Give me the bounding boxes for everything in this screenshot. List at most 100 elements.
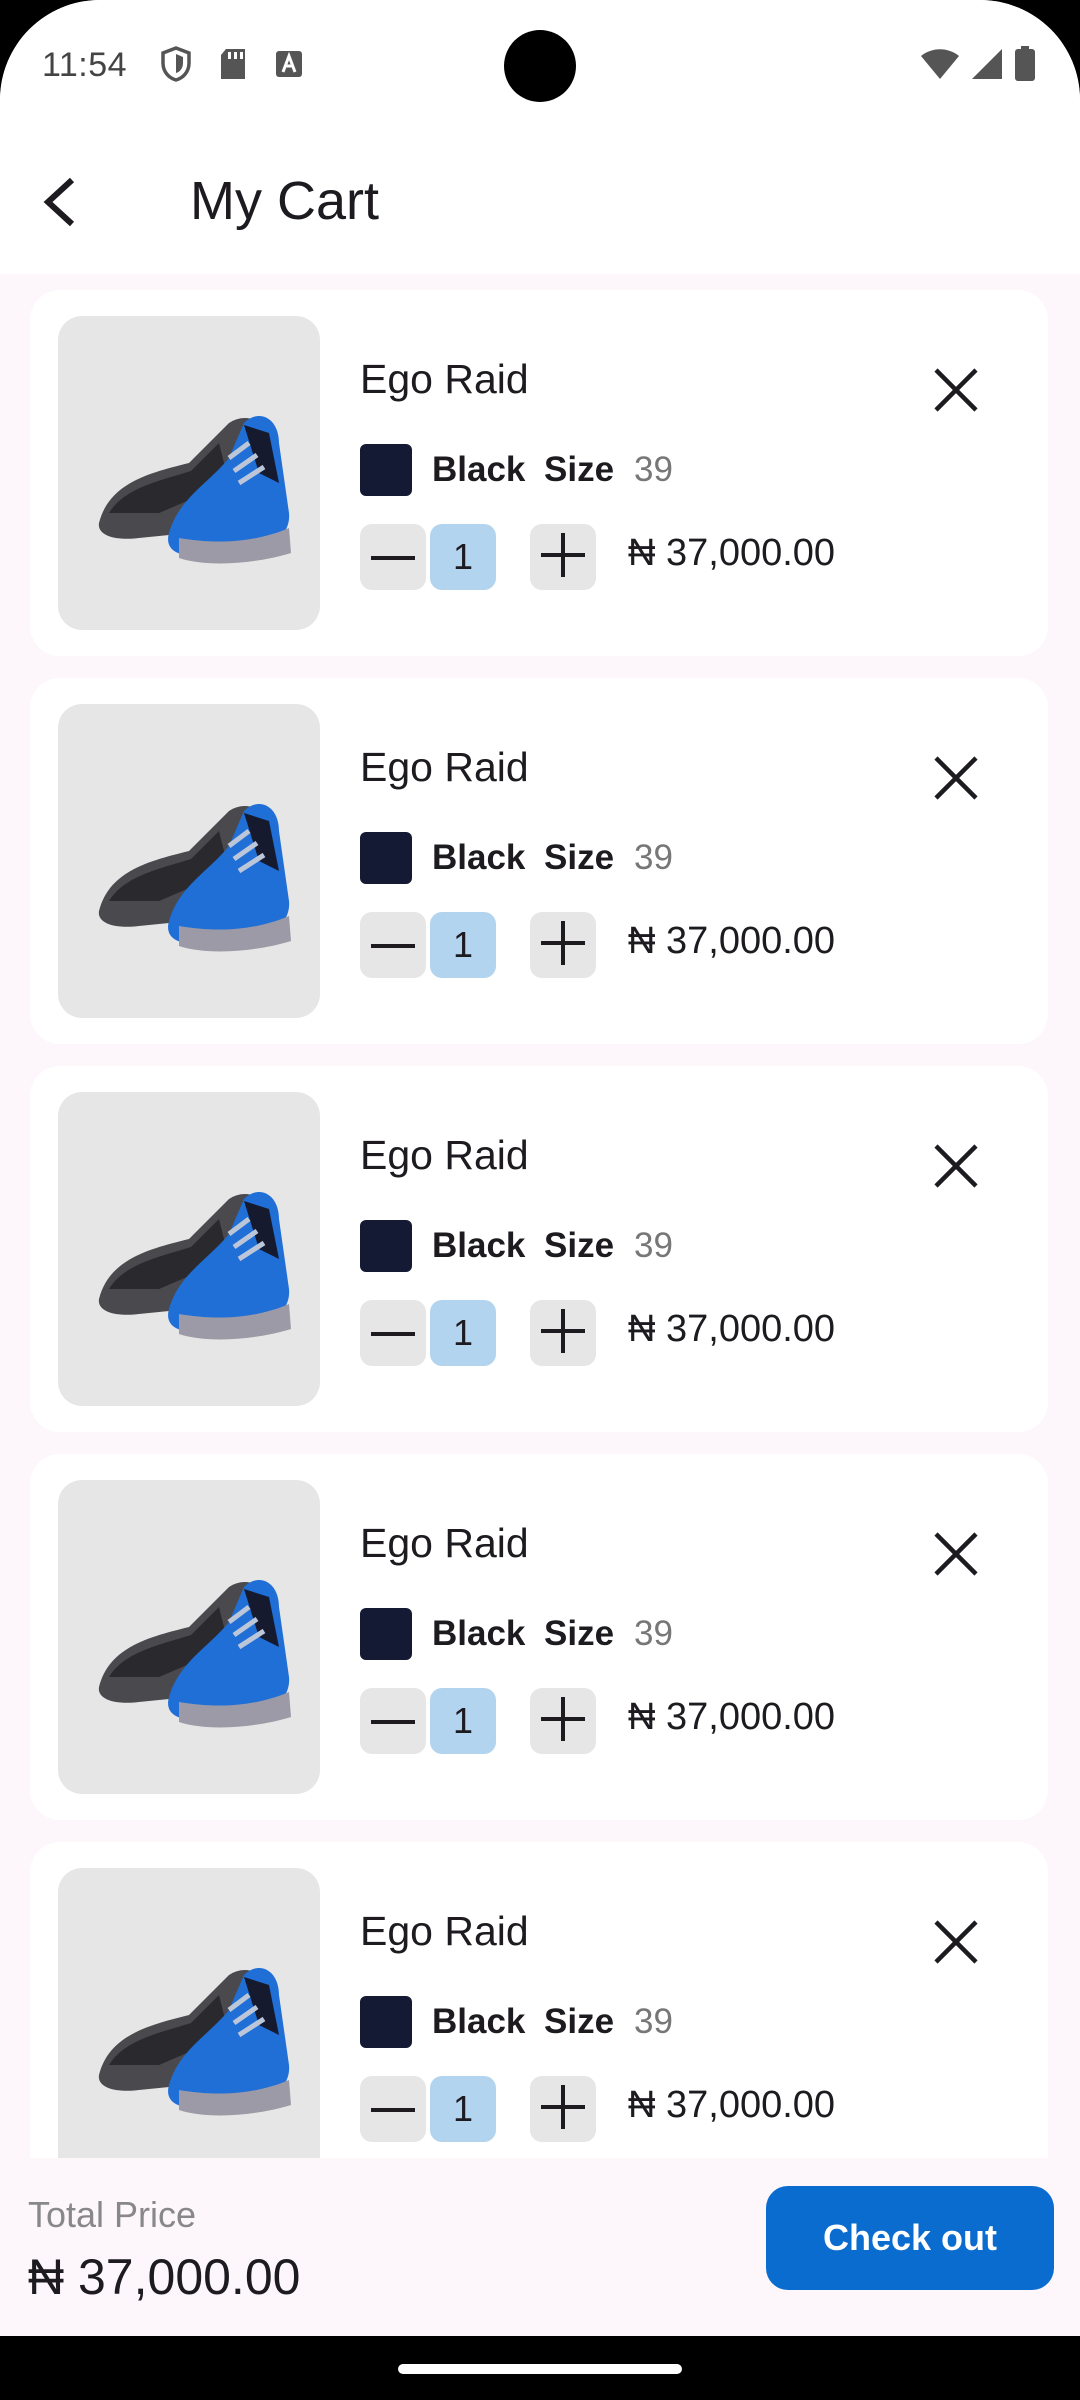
minus-icon [371,936,415,954]
wifi-icon [920,48,960,85]
size-label: Size [544,838,615,877]
quantity-increase-button[interactable] [530,524,596,590]
item-price: ₦ 37,000.00 [628,532,836,574]
remove-item-button[interactable] [920,1132,992,1204]
status-bar: 11:54 [0,0,1080,134]
product-image [58,1480,320,1794]
sd-card-icon [218,47,248,86]
quantity-increase-button[interactable] [530,1300,596,1366]
product-name: Ego Raid [360,1520,529,1566]
close-icon [932,754,980,807]
total-price-label: Total Price [28,2194,197,2235]
keyboard-a-icon [274,49,304,84]
cart-list[interactable]: Ego Raid Black Size 39 1 ₦ 37,000.00 Ego… [0,274,1080,2158]
minus-icon [371,548,415,566]
minus-icon [371,1324,415,1342]
chevron-left-icon [38,176,82,233]
size-label: Size [544,1614,615,1653]
product-image [58,316,320,630]
plus-icon [541,1696,585,1746]
checkout-bar: Total Price ₦ 37,000.00 Check out [0,2158,1080,2336]
app-bar: My Cart [0,134,1080,274]
product-name: Ego Raid [360,1132,529,1178]
shoe-illustration [98,1579,291,1728]
size-label: Size [544,1226,615,1265]
quantity-value: 1 [430,912,496,978]
size-label: Size [544,2002,615,2041]
plus-icon [541,1308,585,1358]
minus-icon [371,1712,415,1730]
color-swatch [360,1608,412,1660]
camera-cutout [504,30,576,102]
shoe-illustration [98,1191,291,1340]
size-value: 39 [634,838,673,877]
quantity-decrease-button[interactable] [360,2076,426,2142]
back-button[interactable] [28,172,92,236]
close-icon [932,366,980,419]
quantity-increase-button[interactable] [530,2076,596,2142]
checkout-button[interactable]: Check out [766,2186,1054,2290]
color-swatch [360,1220,412,1272]
cart-item[interactable]: Ego Raid Black Size 39 1 ₦ 37,000.00 [30,290,1048,656]
color-swatch [360,832,412,884]
signal-icon [970,48,1004,85]
product-name: Ego Raid [360,356,529,402]
minus-icon [371,2100,415,2118]
battery-icon [1014,46,1036,87]
item-price: ₦ 37,000.00 [628,1696,836,1738]
product-image [58,704,320,1018]
shield-icon [160,46,192,87]
app-screen: 11:54 My Cart Ego Raid Black Size 39 1 ₦… [0,0,1080,2336]
quantity-decrease-button[interactable] [360,1688,426,1754]
cart-item[interactable]: Ego Raid Black Size 39 1 ₦ 37,000.00 [30,1842,1048,2158]
product-image [58,1092,320,1406]
shoe-illustration [98,415,291,564]
remove-item-button[interactable] [920,744,992,816]
remove-item-button[interactable] [920,1908,992,1980]
color-name: Black [432,838,526,877]
plus-icon [541,920,585,970]
remove-item-button[interactable] [920,356,992,428]
color-name: Black [432,1226,526,1265]
status-time: 11:54 [42,46,128,84]
color-swatch [360,1996,412,2048]
shoe-illustration [98,803,291,952]
quantity-decrease-button[interactable] [360,524,426,590]
page-title: My Cart [190,171,379,231]
total-price-value: ₦ 37,000.00 [28,2249,301,2305]
remove-item-button[interactable] [920,1520,992,1592]
product-image [58,1868,320,2158]
close-icon [932,1530,980,1583]
item-price: ₦ 37,000.00 [628,2084,836,2126]
product-name: Ego Raid [360,744,529,790]
close-icon [932,1918,980,1971]
quantity-value: 1 [430,1300,496,1366]
quantity-increase-button[interactable] [530,1688,596,1754]
plus-icon [541,532,585,582]
status-icons-left [160,46,304,87]
quantity-value: 1 [430,524,496,590]
color-swatch [360,444,412,496]
item-price: ₦ 37,000.00 [628,1308,836,1350]
color-name: Black [432,450,526,489]
item-price: ₦ 37,000.00 [628,920,836,962]
quantity-value: 1 [430,2076,496,2142]
cart-item[interactable]: Ego Raid Black Size 39 1 ₦ 37,000.00 [30,678,1048,1044]
status-icons-right [920,46,1036,87]
size-label: Size [544,450,615,489]
size-value: 39 [634,2002,673,2041]
size-value: 39 [634,450,673,489]
product-name: Ego Raid [360,1908,529,1954]
plus-icon [541,2084,585,2134]
cart-item[interactable]: Ego Raid Black Size 39 1 ₦ 37,000.00 [30,1066,1048,1432]
size-value: 39 [634,1614,673,1653]
cart-item[interactable]: Ego Raid Black Size 39 1 ₦ 37,000.00 [30,1454,1048,1820]
quantity-decrease-button[interactable] [360,912,426,978]
gesture-nav-handle[interactable] [398,2364,682,2374]
color-name: Black [432,1614,526,1653]
quantity-decrease-button[interactable] [360,1300,426,1366]
color-name: Black [432,2002,526,2041]
quantity-increase-button[interactable] [530,912,596,978]
close-icon [932,1142,980,1195]
quantity-value: 1 [430,1688,496,1754]
